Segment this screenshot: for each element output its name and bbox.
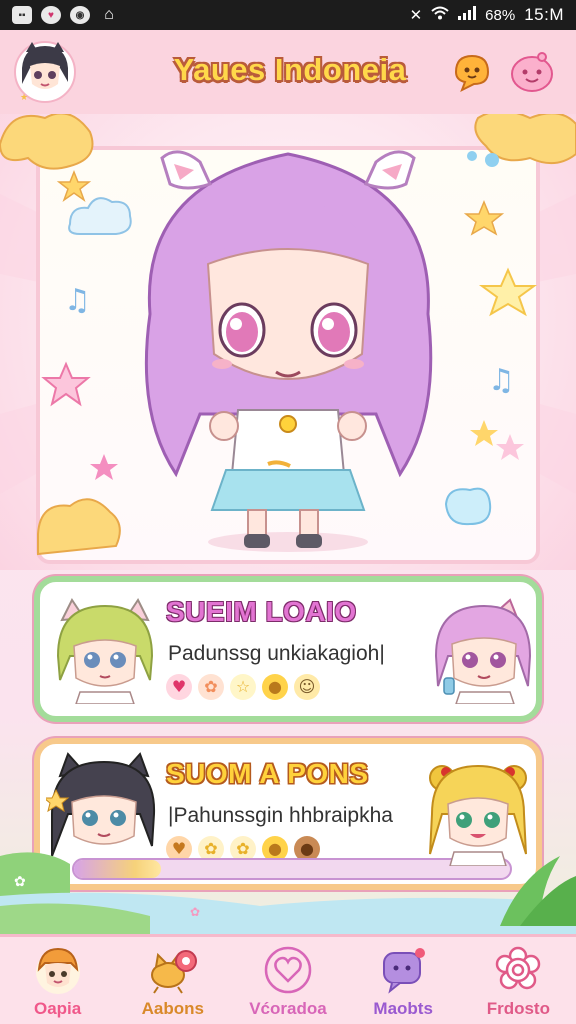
card-1-subtitle: Padunssg unkiakagioh| <box>168 642 385 665</box>
gear-icon <box>496 946 541 990</box>
face-icon[interactable]: ☺ <box>294 674 320 700</box>
nav-label-3: Maobts <box>373 999 433 1018</box>
chat-icon <box>383 948 426 994</box>
heart-icon: ♥ <box>41 6 61 24</box>
character-card-1[interactable]: SUEIM LOAIO Padunssg unkiakagioh| ♥ ✿ ☆ … <box>34 576 542 722</box>
avatar-icon <box>35 947 80 994</box>
signal-icon <box>458 6 477 24</box>
status-right-icons: ✕ 68% 15:M <box>410 5 564 25</box>
nav-item-1[interactable]: Aabons <box>118 943 228 1019</box>
nav-label-1: Aabons <box>141 999 204 1018</box>
nav-label-4: Frdosto <box>486 999 550 1018</box>
nav-item-3[interactable]: Maobts <box>348 943 458 1019</box>
svg-text:★: ★ <box>20 93 28 103</box>
nav-label-2: Vćoradoa <box>249 999 327 1018</box>
flower-icon[interactable]: ✿ <box>198 674 224 700</box>
heart-icon[interactable]: ♥ <box>166 674 192 700</box>
card-2-title: SUOM A PONS <box>166 758 369 789</box>
smiley-icon <box>511 52 553 92</box>
chat-bubble-icon <box>454 54 490 93</box>
card-1-reaction-icons: ♥ ✿ ☆ ● ☺ <box>166 674 320 700</box>
app-title: Yaues Indoneia <box>173 52 407 87</box>
chat-bubble-button[interactable] <box>448 48 496 96</box>
cat-rattle-icon <box>150 950 197 994</box>
hero-character-illustration: ♫ ♫ <box>0 114 576 556</box>
heart-icon <box>264 946 312 994</box>
nav-item-0[interactable]: Oapia <box>3 943 113 1019</box>
mute-icon: ✕ <box>409 7 423 24</box>
svg-text:♫: ♫ <box>64 283 91 318</box>
landscape-decoration: ✿ ✿ <box>0 852 576 936</box>
nav-label-0: Oapia <box>33 999 82 1018</box>
svg-text:♫: ♫ <box>488 363 515 398</box>
character-portrait-pink-hair <box>434 598 532 704</box>
clock: 15:M <box>524 5 564 24</box>
home-icon: ⌂ <box>104 6 114 23</box>
app-header: ★ Yaues Indoneia <box>0 30 576 114</box>
status-left-icons: ▪▪ ♥ ◉ ⌂ <box>12 6 119 24</box>
star-icon[interactable]: ☆ <box>230 674 256 700</box>
profile-avatar[interactable]: ★ <box>12 38 78 104</box>
hero-banner: ♫ ♫ <box>0 114 576 570</box>
card-2-subtitle: |Pahunssgin hhbraipkha <box>168 804 393 827</box>
battery-text: 68% <box>485 6 516 24</box>
nav-item-2[interactable]: Vćoradoa <box>233 943 343 1019</box>
bottom-nav: Oapia Aabons Vćoradoa Maobts Frdosto <box>0 934 576 1024</box>
character-portrait-green-hair <box>56 598 154 704</box>
wifi-icon <box>431 6 449 24</box>
status-bar: ▪▪ ♥ ◉ ⌂ ✕ 68% 15:M <box>0 0 576 30</box>
coin-icon[interactable]: ● <box>262 674 288 700</box>
svg-text:✿: ✿ <box>190 905 200 919</box>
image-icon: ▪▪ <box>12 6 32 24</box>
nav-item-4[interactable]: Frdosto <box>463 943 573 1019</box>
circle-icon: ◉ <box>70 6 90 24</box>
avatar-icon: ★ <box>14 41 76 103</box>
emoji-button[interactable] <box>508 48 556 96</box>
card-1-title: SUEIM LOAIO <box>166 596 357 627</box>
svg-text:✿: ✿ <box>14 874 26 890</box>
